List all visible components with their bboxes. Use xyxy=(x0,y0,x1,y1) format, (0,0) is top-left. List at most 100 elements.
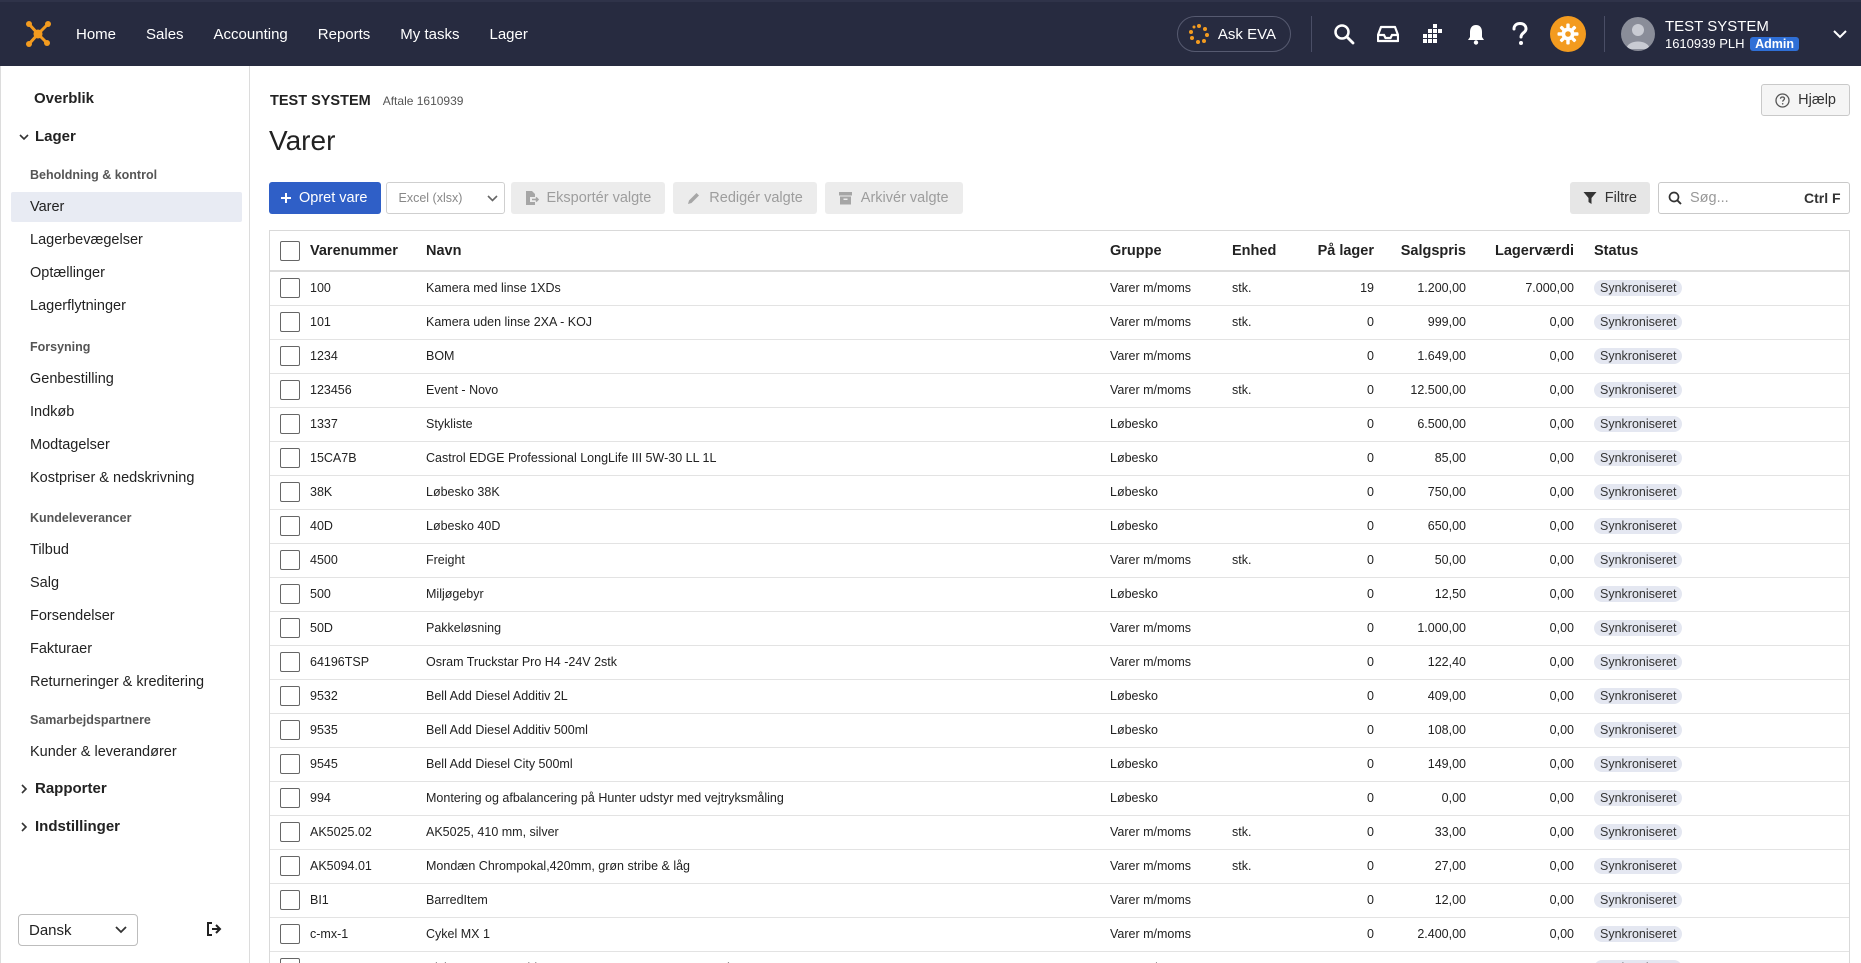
create-item-button[interactable]: Opret vare xyxy=(269,182,381,214)
table-row[interactable]: 64196TSP Osram Truckstar Pro H4 -24V 2stk… xyxy=(270,645,1849,680)
sidebar-item-salg[interactable]: Salg xyxy=(11,568,242,598)
cell-navn[interactable]: Løbesko 38K xyxy=(426,475,1110,510)
sidebar-item-indkob[interactable]: Indkøb xyxy=(11,397,242,427)
column-header-navn[interactable]: Navn xyxy=(426,231,1110,272)
table-row[interactable]: 9545 Bell Add Diesel City 500ml Løbesko 0 14… xyxy=(270,747,1849,782)
row-checkbox[interactable] xyxy=(280,958,300,963)
help-button[interactable]: Hjælp xyxy=(1761,84,1850,116)
cell-varenummer[interactable]: 9545 xyxy=(310,747,426,782)
cell-varenummer[interactable]: 40D xyxy=(310,509,426,544)
row-checkbox[interactable] xyxy=(280,584,300,604)
column-header-enhed[interactable]: Enhed xyxy=(1232,231,1302,272)
cell-varenummer[interactable]: 50D xyxy=(310,611,426,646)
cell-navn[interactable]: BOM xyxy=(426,339,1110,374)
cell-varenummer[interactable]: 1234 xyxy=(310,339,426,374)
cell-varenummer[interactable]: AK5025.02 xyxy=(310,815,426,850)
cell-varenummer[interactable]: 64196TSP xyxy=(310,645,426,680)
cell-navn[interactable]: AK5025, 410 mm, silver xyxy=(426,815,1110,850)
nav-sales[interactable]: Sales xyxy=(146,26,184,43)
sidebar-item-modtagelser[interactable]: Modtagelser xyxy=(11,430,242,460)
sidebar-item-varer[interactable]: Varer xyxy=(11,192,242,222)
settings-gear-icon[interactable] xyxy=(1549,16,1586,52)
sidebar-section-indstillinger[interactable]: Indstillinger xyxy=(19,818,120,835)
edit-selected-button[interactable]: Redigér valgte xyxy=(673,182,817,214)
row-checkbox[interactable] xyxy=(280,788,300,808)
cell-navn[interactable]: Stykliste xyxy=(426,407,1110,442)
sidebar-item-lagerflytninger[interactable]: Lagerflytninger xyxy=(11,291,242,321)
sidebar-item-genbestilling[interactable]: Genbestilling xyxy=(11,364,242,394)
sidebar-item-tilbud[interactable]: Tilbud xyxy=(11,535,242,565)
cell-varenummer[interactable]: 9535 xyxy=(310,713,426,748)
language-select[interactable]: Dansk xyxy=(18,914,138,946)
row-checkbox[interactable] xyxy=(280,720,300,740)
sidebar-section-lager[interactable]: Lager xyxy=(19,128,76,145)
nav-reports[interactable]: Reports xyxy=(318,26,371,43)
cell-navn[interactable]: BarredItem xyxy=(426,883,1110,918)
table-row[interactable]: AK5094.01 Mondæn Chrompokal,420mm, grøn s… xyxy=(270,849,1849,884)
row-checkbox[interactable] xyxy=(280,686,300,706)
archive-selected-button[interactable]: Arkivér valgte xyxy=(824,182,963,214)
row-checkbox[interactable] xyxy=(280,516,300,536)
row-checkbox[interactable] xyxy=(280,924,300,944)
cell-navn[interactable]: Event - Novo xyxy=(426,373,1110,408)
table-row[interactable]: 15CA7B Castrol EDGE Professional LongLife… xyxy=(270,441,1849,476)
row-checkbox[interactable] xyxy=(280,856,300,876)
row-checkbox[interactable] xyxy=(280,346,300,366)
table-row[interactable]: 123456 Event - Novo Varer m/moms stk. 0 12.50… xyxy=(270,373,1849,408)
row-checkbox[interactable] xyxy=(280,414,300,434)
ask-eva-button[interactable]: Ask EVA xyxy=(1176,16,1291,52)
column-header-salgspris[interactable]: Salgspris xyxy=(1386,231,1478,272)
sidebar-item-overblik[interactable]: Overblik xyxy=(34,90,94,107)
cell-navn[interactable]: Bell Add Diesel City 500ml xyxy=(426,747,1110,782)
nav-lager[interactable]: Lager xyxy=(489,26,527,43)
filter-button[interactable]: Filtre xyxy=(1569,182,1650,214)
table-row[interactable]: 40D Løbesko 40D Løbesko 0 650,00 0,00 Synkroni… xyxy=(270,509,1849,544)
row-checkbox[interactable] xyxy=(280,448,300,468)
logout-icon[interactable] xyxy=(206,922,222,939)
cell-navn[interactable]: Kamera uden linse 2XA - KOJ xyxy=(426,305,1110,340)
sidebar-item-fakturaer[interactable]: Fakturaer xyxy=(11,634,242,664)
cell-varenummer[interactable]: 1337 xyxy=(310,407,426,442)
row-checkbox[interactable] xyxy=(280,618,300,638)
row-checkbox[interactable] xyxy=(280,482,300,502)
cell-navn[interactable]: Disk Antares Graphite GRAPHITE 6x15 5x10… xyxy=(426,951,1110,963)
column-header-gruppe[interactable]: Gruppe xyxy=(1110,231,1232,272)
row-checkbox[interactable] xyxy=(280,380,300,400)
cell-navn[interactable]: Miljøgebyr xyxy=(426,577,1110,612)
cell-varenummer[interactable]: BI1 xyxy=(310,883,426,918)
search-input[interactable] xyxy=(1690,190,1798,206)
cell-varenummer[interactable]: 15CA7B xyxy=(310,441,426,476)
export-selected-button[interactable]: Eksportér valgte xyxy=(510,182,666,214)
bell-icon[interactable] xyxy=(1454,12,1498,56)
row-checkbox[interactable] xyxy=(280,312,300,332)
column-header-varenummer[interactable]: Varenummer xyxy=(310,231,426,272)
sidebar-item-forsendelser[interactable]: Forsendelser xyxy=(11,601,242,631)
column-header-lagervaerdi[interactable]: Lagerværdi xyxy=(1478,231,1586,272)
table-row[interactable]: AK5025.02 AK5025, 410 mm, silver Varer m/m… xyxy=(270,815,1849,850)
table-row[interactable]: 101 Kamera uden linse 2XA - KOJ Varer m/mo… xyxy=(270,305,1849,340)
cell-navn[interactable]: Castrol EDGE Professional LongLife III 5… xyxy=(426,441,1110,476)
sidebar-item-kostpriser[interactable]: Kostpriser & nedskrivning xyxy=(11,463,242,493)
sidebar-item-kunder[interactable]: Kunder & leverandører xyxy=(11,737,242,767)
table-row[interactable]: BI1 BarredItem Varer m/moms 0 12,00 0,00 Synkr… xyxy=(270,883,1849,918)
cell-navn[interactable]: Freight xyxy=(426,543,1110,578)
cell-varenummer[interactable]: 9532 xyxy=(310,679,426,714)
cell-navn[interactable]: Cykel MX 1 xyxy=(426,917,1110,952)
cell-navn[interactable]: Kamera med linse 1XDs xyxy=(426,271,1110,306)
column-header-status[interactable]: Status xyxy=(1586,231,1849,272)
export-format-select[interactable]: Excel (xlsx) xyxy=(385,182,505,214)
cell-varenummer[interactable]: 101 xyxy=(310,305,426,340)
row-checkbox[interactable] xyxy=(280,278,300,299)
sidebar-section-rapporter[interactable]: Rapporter xyxy=(19,780,107,797)
table-row[interactable]: 9535 Bell Add Diesel Additiv 500ml Løbesko… xyxy=(270,713,1849,748)
row-checkbox[interactable] xyxy=(280,822,300,842)
row-checkbox[interactable] xyxy=(280,652,300,672)
cell-varenummer[interactable]: AK5094.01 xyxy=(310,849,426,884)
table-row[interactable]: 1234 BOM Varer m/moms 0 1.649,00 0,00 Synkroni… xyxy=(270,339,1849,374)
cell-varenummer[interactable]: c-mx-1 xyxy=(310,917,426,952)
cell-varenummer[interactable]: 100 xyxy=(310,271,426,306)
row-checkbox[interactable] xyxy=(280,890,300,910)
cell-varenummer[interactable]: 38K xyxy=(310,475,426,510)
table-row[interactable]: 4500 Freight Varer m/moms stk. 0 50,00 0,00 Syn… xyxy=(270,543,1849,578)
cell-varenummer[interactable]: 994 xyxy=(310,781,426,816)
